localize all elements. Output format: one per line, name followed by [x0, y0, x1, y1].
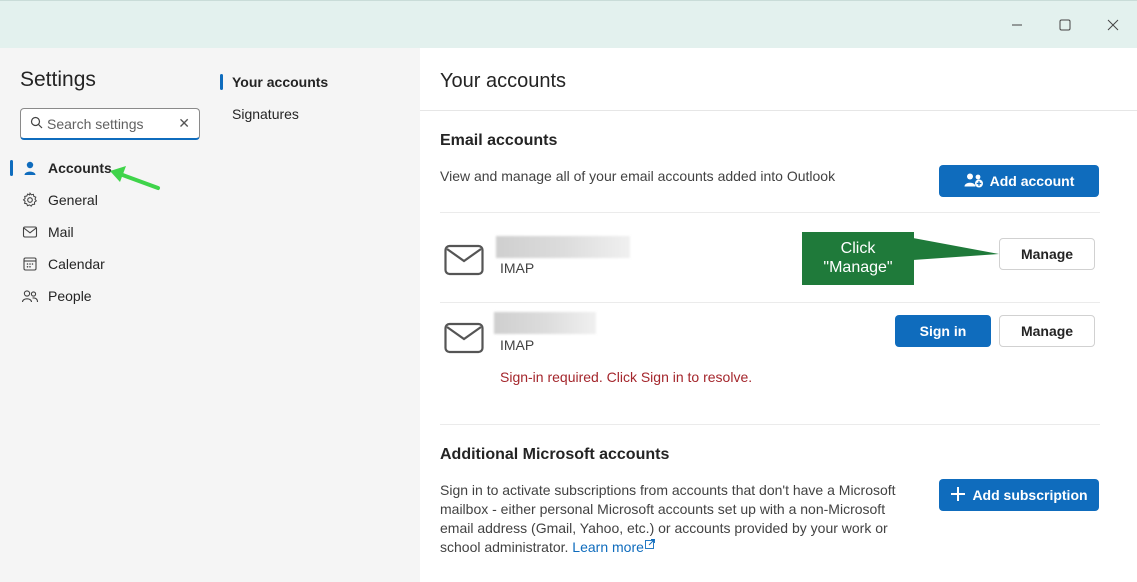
main-content: Your accounts Email accounts View and ma… — [420, 48, 1137, 582]
manage-button[interactable]: Manage — [999, 315, 1095, 347]
sidebar-item-label: Calendar — [48, 256, 105, 272]
maximize-icon[interactable] — [1055, 15, 1075, 35]
search-input[interactable] — [47, 114, 171, 134]
calendar-icon — [20, 254, 40, 274]
subnav-item-label: Signatures — [232, 106, 299, 122]
additional-accounts-heading: Additional Microsoft accounts — [440, 446, 670, 463]
sidebar-item-label: General — [48, 192, 98, 208]
additional-description-text: Sign in to activate subscriptions from a… — [440, 482, 896, 555]
search-box[interactable]: ✕ — [20, 108, 200, 140]
sign-in-label: Sign in — [919, 323, 967, 339]
learn-more-label: Learn more — [572, 539, 644, 555]
manage-button[interactable]: Manage — [999, 238, 1095, 270]
redacted-account-name — [494, 312, 596, 334]
page-title: Your accounts — [440, 70, 567, 92]
add-account-label: Add account — [989, 173, 1075, 189]
subnav-item-signatures[interactable]: Signatures — [220, 98, 420, 130]
account-type: IMAP — [500, 337, 535, 353]
email-accounts-description: View and manage all of your email accoun… — [440, 168, 836, 184]
add-people-icon — [964, 172, 984, 191]
sidebar-item-label: Accounts — [48, 160, 112, 176]
add-subscription-button[interactable]: Add subscription — [939, 479, 1099, 511]
search-icon — [30, 116, 43, 134]
sidebar-item-label: Mail — [48, 224, 74, 240]
sidebar-item-label: People — [48, 288, 92, 304]
subnav-item-label: Your accounts — [232, 74, 329, 90]
subnav-pane: Your accounts Signatures — [220, 48, 420, 582]
learn-more-link[interactable]: Learn more — [572, 539, 655, 555]
sign-in-error-message: Sign-in required. Click Sign in to resol… — [500, 369, 753, 385]
settings-sidebar: Settings ✕ Accounts General Mail — [0, 48, 220, 582]
person-icon — [20, 158, 40, 178]
callout-line: Click — [840, 240, 876, 257]
divider — [420, 110, 1137, 111]
redacted-account-name — [496, 236, 630, 258]
plus-icon — [950, 486, 966, 505]
account-type: IMAP — [500, 260, 535, 276]
sign-in-button[interactable]: Sign in — [895, 315, 991, 347]
minimize-icon[interactable] — [1007, 15, 1027, 35]
add-account-button[interactable]: Add account — [939, 165, 1099, 197]
close-icon[interactable] — [1103, 15, 1123, 35]
add-subscription-label: Add subscription — [972, 487, 1088, 503]
clear-search-icon[interactable]: ✕ — [178, 115, 190, 132]
mail-icon — [20, 222, 40, 242]
click-manage-callout: Click "Manage" — [802, 232, 914, 285]
external-link-icon — [644, 539, 655, 549]
divider — [440, 424, 1100, 425]
additional-accounts-description: Sign in to activate subscriptions from a… — [440, 481, 910, 557]
mail-icon — [444, 322, 484, 359]
sidebar-item-mail[interactable]: Mail — [0, 216, 220, 248]
divider — [440, 302, 1100, 303]
people-icon — [20, 286, 40, 306]
title-bar — [0, 0, 1137, 48]
settings-title: Settings — [20, 68, 96, 91]
divider — [440, 212, 1100, 213]
email-accounts-heading: Email accounts — [440, 132, 558, 149]
sidebar-item-people[interactable]: People — [0, 280, 220, 312]
callout-pointer — [913, 238, 999, 260]
mail-icon — [444, 244, 484, 281]
callout-line: "Manage" — [823, 259, 893, 276]
gear-icon — [20, 190, 40, 210]
sidebar-item-calendar[interactable]: Calendar — [0, 248, 220, 280]
subnav-item-your-accounts[interactable]: Your accounts — [220, 66, 420, 98]
green-arrow-annotation — [110, 166, 160, 190]
